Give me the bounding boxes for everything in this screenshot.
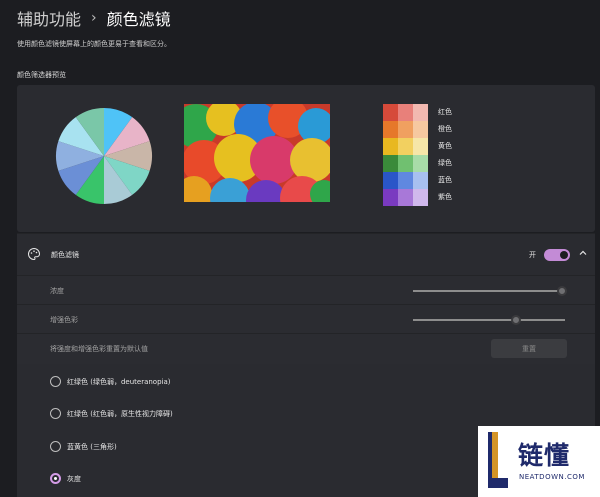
color-filter-toggle[interactable]	[544, 249, 570, 261]
color-filter-setting[interactable]: 颜色滤镜 开	[17, 233, 595, 275]
color-boost-setting: 增强色彩	[17, 304, 595, 333]
color-swatch	[383, 155, 398, 172]
option-tritanopia[interactable]: 蓝黄色 (三角形)	[50, 441, 117, 452]
swatch-legend-label: 绿色	[438, 159, 452, 167]
swatch-legend-label: 蓝色	[438, 176, 452, 184]
breadcrumb: 辅助功能 › 颜色滤镜	[17, 6, 171, 30]
swatch-legend-label: 紫色	[438, 193, 452, 201]
color-swatch	[398, 172, 413, 189]
preview-color-swatches	[383, 104, 428, 206]
color-boost-slider-thumb[interactable]	[511, 315, 522, 325]
page-description: 使用颜色滤镜使屏幕上的颜色更易于查看和区分。	[17, 40, 171, 48]
preview-photo-image	[184, 104, 330, 202]
radio-button[interactable]	[50, 441, 61, 452]
color-boost-slider[interactable]	[413, 315, 565, 325]
color-swatch	[398, 104, 413, 121]
option-label: 红绿色 (绿色弱，deuteranopia)	[67, 377, 171, 386]
color-swatch	[383, 138, 398, 155]
watermark-logo: 链懂 NEATDOWN.COM	[478, 426, 600, 497]
breadcrumb-separator-icon: ›	[91, 10, 97, 26]
radio-button[interactable]	[50, 473, 61, 484]
swatch-legend-label: 黄色	[438, 142, 452, 150]
option-protanopia[interactable]: 红绿色 (红色弱，原生性视力障碍)	[50, 408, 173, 419]
option-grayscale[interactable]: 灰度	[50, 473, 81, 484]
color-boost-label: 增强色彩	[50, 316, 78, 324]
reset-setting: 将强度和增强色彩重置为默认值 重置	[17, 333, 595, 364]
color-filter-label: 颜色滤镜	[51, 251, 79, 259]
watermark-l-icon	[488, 432, 508, 488]
toggle-state-label: 开	[529, 251, 536, 259]
color-swatch	[398, 189, 413, 206]
preview-section-title: 颜色筛选器预览	[17, 71, 66, 79]
intensity-label: 浓度	[50, 287, 64, 295]
color-swatch	[413, 121, 428, 138]
color-swatch	[413, 172, 428, 189]
preview-pie-image	[55, 108, 152, 204]
color-swatch	[413, 189, 428, 206]
color-swatch	[413, 104, 428, 121]
breadcrumb-parent[interactable]: 辅助功能	[17, 6, 81, 30]
intensity-setting: 浓度	[17, 275, 595, 304]
color-swatch	[398, 138, 413, 155]
color-swatch	[383, 121, 398, 138]
color-swatch	[383, 172, 398, 189]
color-swatch	[398, 121, 413, 138]
color-swatch	[398, 155, 413, 172]
intensity-slider[interactable]	[413, 286, 567, 296]
swatch-legend-label: 红色	[438, 108, 452, 116]
reset-button[interactable]: 重置	[491, 339, 567, 358]
chevron-up-icon[interactable]	[577, 247, 589, 259]
color-filter-icon	[28, 247, 41, 261]
radio-button[interactable]	[50, 408, 61, 419]
swatch-legend-label: 橙色	[438, 125, 452, 133]
radio-button[interactable]	[50, 376, 61, 387]
preview-color-legend: 红色橙色黄色绿色蓝色紫色	[438, 104, 452, 206]
settings-page: 辅助功能 › 颜色滤镜 使用颜色滤镜使屏幕上的颜色更易于查看和区分。 颜色筛选器…	[0, 0, 600, 497]
option-deuteranopia[interactable]: 红绿色 (绿色弱，deuteranopia)	[50, 376, 171, 387]
color-swatch	[383, 189, 398, 206]
watermark-brand: 链懂	[518, 441, 571, 470]
color-swatch	[383, 104, 398, 121]
watermark-site: NEATDOWN.COM	[519, 473, 585, 481]
option-label: 灰度	[67, 474, 81, 483]
option-label: 红绿色 (红色弱，原生性视力障碍)	[67, 409, 173, 418]
page-title: 颜色滤镜	[106, 10, 171, 29]
color-swatch	[413, 155, 428, 172]
color-swatch	[413, 138, 428, 155]
option-label: 蓝黄色 (三角形)	[67, 442, 117, 451]
reset-label: 将强度和增强色彩重置为默认值	[50, 345, 148, 353]
intensity-slider-thumb[interactable]	[556, 286, 567, 296]
toggle-knob	[560, 251, 568, 259]
